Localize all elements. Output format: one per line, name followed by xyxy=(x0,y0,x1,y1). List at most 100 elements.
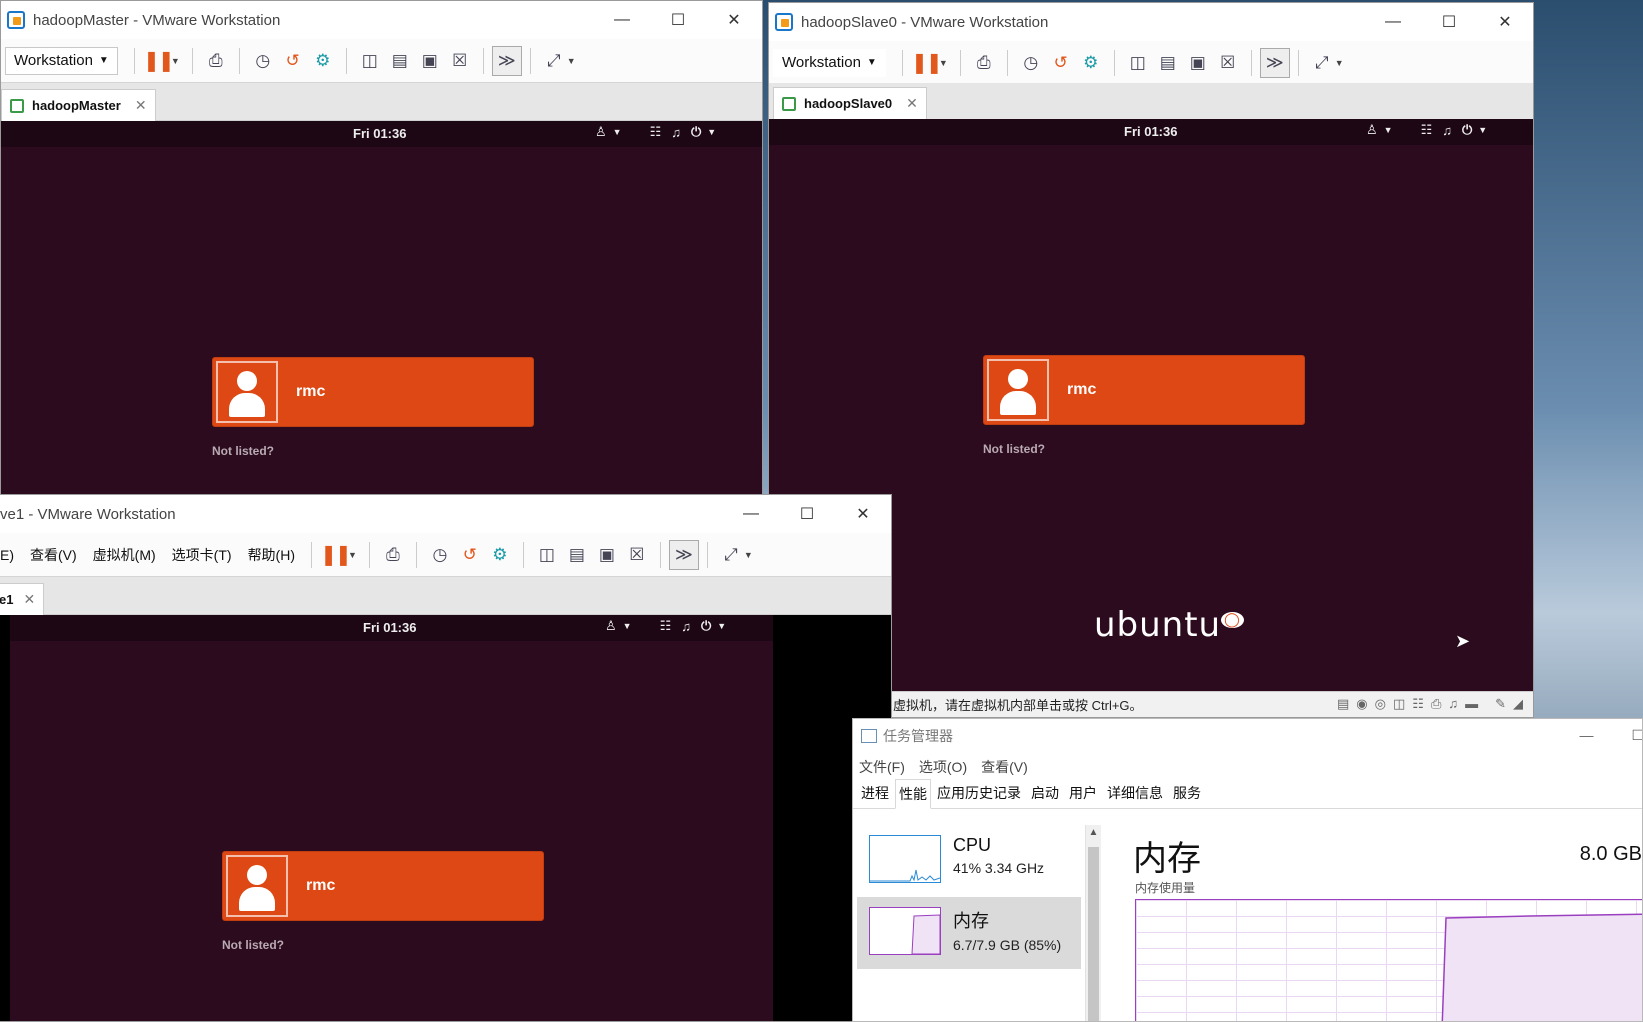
scroll-up-icon[interactable]: ▲ xyxy=(1086,827,1101,838)
snapshot-icon[interactable]: ◷ xyxy=(1016,48,1046,78)
chevron-down-icon[interactable]: ▼ xyxy=(1335,58,1344,68)
vm-screen[interactable]: Fri 01:36 ♙ ▼ ☷ ♫ ⏻ ▼ rmc Not listed? xyxy=(1,121,762,499)
resize-grip-icon[interactable]: ◢ xyxy=(1513,696,1523,712)
console-view-icon[interactable]: ≫ xyxy=(1259,47,1290,78)
revert-snapshot-icon[interactable]: ↺ xyxy=(455,540,485,570)
tab-processes[interactable]: 进程 xyxy=(857,778,893,808)
chevron-down-icon[interactable]: ▼ xyxy=(744,550,753,560)
close-icon[interactable]: ✕ xyxy=(835,495,891,533)
full-screen-icon[interactable]: ▣ xyxy=(592,540,622,570)
unity-icon[interactable]: ☒ xyxy=(1213,48,1243,78)
clock[interactable]: Fri 01:36 xyxy=(353,126,406,141)
workstation-menu-button[interactable]: Workstation ▼ xyxy=(773,48,886,77)
perf-item-cpu[interactable]: CPU 41% 3.34 GHz xyxy=(857,825,1081,897)
floppy-icon[interactable]: ◎ xyxy=(1375,696,1386,712)
chevron-down-icon[interactable]: ▼ xyxy=(348,550,357,560)
close-tab-icon[interactable]: ✕ xyxy=(23,591,35,608)
hard-disk-icon[interactable]: ▤ xyxy=(1337,696,1349,712)
accessibility-icon[interactable]: ♙ xyxy=(595,124,607,140)
minimize-icon[interactable]: — xyxy=(1579,727,1593,744)
vm-screen[interactable]: Fri 01:36 ♙ ▼ ☷ ♫ ⏻ ▼ rmc Not listed? xyxy=(10,615,773,1021)
maximize-icon[interactable]: ☐ xyxy=(779,495,835,533)
scrollbar-thumb[interactable] xyxy=(1088,847,1099,1021)
tab-performance[interactable]: 性能 xyxy=(895,779,931,809)
minimize-icon[interactable]: — xyxy=(594,1,650,39)
tab-users[interactable]: 用户 xyxy=(1065,778,1101,808)
network-icon[interactable]: ☷ xyxy=(650,124,662,140)
vmware-window-hadoopmaster[interactable]: hadoopMaster - VMware Workstation — ☐ ✕ … xyxy=(0,0,763,500)
system-menu[interactable]: ♙ ▼ ☷ ♫ ⏻ ▼ xyxy=(1366,122,1487,138)
sidebar-scrollbar[interactable]: ▲ xyxy=(1085,825,1101,1021)
unity-icon[interactable]: ☒ xyxy=(622,540,652,570)
show-thumbnail-icon[interactable]: ▤ xyxy=(562,540,592,570)
network-icon[interactable]: ☷ xyxy=(1421,122,1433,138)
menu-tabs[interactable]: 选项卡(T) xyxy=(172,545,232,565)
task-manager-window[interactable]: 任务管理器 — ☐ 文件(F) 选项(O) 查看(V) 进程 性能 应用历史记录… xyxy=(852,718,1643,1022)
chevron-down-icon[interactable]: ▼ xyxy=(567,56,576,66)
maximize-icon[interactable]: ☐ xyxy=(650,1,706,39)
display-icon[interactable]: ▬ xyxy=(1465,696,1478,712)
cd-dvd-icon[interactable]: ◉ xyxy=(1356,696,1367,712)
accessibility-icon[interactable]: ♙ xyxy=(605,618,617,634)
snapshot-manager-icon[interactable]: ⚙ xyxy=(1076,48,1106,78)
send-ctrl-alt-del-icon[interactable]: ⎙ xyxy=(969,48,999,78)
full-screen-icon[interactable]: ▣ xyxy=(415,46,445,76)
show-library-icon[interactable]: ◫ xyxy=(1123,48,1153,78)
unity-icon[interactable]: ☒ xyxy=(445,46,475,76)
minimize-icon[interactable]: — xyxy=(723,495,779,533)
close-tab-icon[interactable]: ✕ xyxy=(135,97,147,114)
close-icon[interactable]: ✕ xyxy=(706,1,762,39)
tab-hadoopslave1[interactable]: e1 ✕ xyxy=(0,583,45,615)
snapshot-manager-icon[interactable]: ⚙ xyxy=(308,46,338,76)
show-thumbnail-icon[interactable]: ▤ xyxy=(385,46,415,76)
sound-card-icon[interactable]: ♫ xyxy=(1448,696,1458,712)
message-icon[interactable]: ✎ xyxy=(1495,696,1506,712)
printer-icon[interactable]: ⎙ xyxy=(1431,696,1441,712)
send-ctrl-alt-del-icon[interactable]: ⎙ xyxy=(201,46,231,76)
console-view-icon[interactable]: ≫ xyxy=(491,45,522,76)
menu-edit[interactable]: E) xyxy=(0,547,14,563)
stretch-guest-icon[interactable]: ⤢ xyxy=(539,46,569,76)
close-icon[interactable]: ✕ xyxy=(1477,3,1533,41)
menu-view[interactable]: 查看(V) xyxy=(30,545,77,565)
system-menu[interactable]: ♙ ▼ ☷ ♫ ⏻ ▼ xyxy=(595,124,716,140)
usb-icon[interactable]: ◫ xyxy=(1393,696,1405,712)
workstation-menu-button[interactable]: Workstation ▼ xyxy=(5,46,118,75)
send-ctrl-alt-del-icon[interactable]: ⎙ xyxy=(378,540,408,570)
menu-options[interactable]: 选项(O) xyxy=(919,757,967,777)
tab-services[interactable]: 服务 xyxy=(1169,778,1205,808)
not-listed-link[interactable]: Not listed? xyxy=(983,442,1045,456)
pause-icon[interactable]: ❚❚ xyxy=(143,46,175,76)
user-login-button[interactable]: rmc xyxy=(222,851,544,921)
tab-hadoopslave0[interactable]: hadoopSlave0 ✕ xyxy=(773,87,927,119)
tab-app-history[interactable]: 应用历史记录 xyxy=(933,778,1025,808)
maximize-icon[interactable]: ☐ xyxy=(1421,3,1477,41)
show-thumbnail-icon[interactable]: ▤ xyxy=(1153,48,1183,78)
user-login-button[interactable]: rmc xyxy=(212,357,534,427)
volume-icon[interactable]: ♫ xyxy=(681,619,691,634)
window-titlebar[interactable]: 任务管理器 xyxy=(853,719,1642,753)
minimize-icon[interactable]: — xyxy=(1365,3,1421,41)
clock[interactable]: Fri 01:36 xyxy=(1124,124,1177,139)
power-icon[interactable]: ⏻ xyxy=(691,124,701,140)
snapshot-manager-icon[interactable]: ⚙ xyxy=(485,540,515,570)
menu-help[interactable]: 帮助(H) xyxy=(248,545,295,565)
clock[interactable]: Fri 01:36 xyxy=(363,620,416,635)
network-icon[interactable]: ☷ xyxy=(660,618,672,634)
menu-view[interactable]: 查看(V) xyxy=(981,757,1028,777)
maximize-icon[interactable]: ☐ xyxy=(1631,727,1642,744)
vmware-window-hadoopslave1[interactable]: ve1 - VMware Workstation — ☐ ✕ E) 查看(V) … xyxy=(0,494,892,1022)
tab-hadoopmaster[interactable]: hadoopMaster ✕ xyxy=(1,89,156,121)
chevron-down-icon[interactable]: ▼ xyxy=(171,56,180,66)
pause-icon[interactable]: ❚❚ xyxy=(320,540,352,570)
chevron-down-icon[interactable]: ▼ xyxy=(939,58,948,68)
user-login-button[interactable]: rmc xyxy=(983,355,1305,425)
close-tab-icon[interactable]: ✕ xyxy=(906,95,918,112)
power-icon[interactable]: ⏻ xyxy=(1462,122,1472,138)
snapshot-icon[interactable]: ◷ xyxy=(425,540,455,570)
show-library-icon[interactable]: ◫ xyxy=(532,540,562,570)
revert-snapshot-icon[interactable]: ↺ xyxy=(1046,48,1076,78)
revert-snapshot-icon[interactable]: ↺ xyxy=(278,46,308,76)
stretch-guest-icon[interactable]: ⤢ xyxy=(1307,48,1337,78)
stretch-guest-icon[interactable]: ⤢ xyxy=(716,540,746,570)
